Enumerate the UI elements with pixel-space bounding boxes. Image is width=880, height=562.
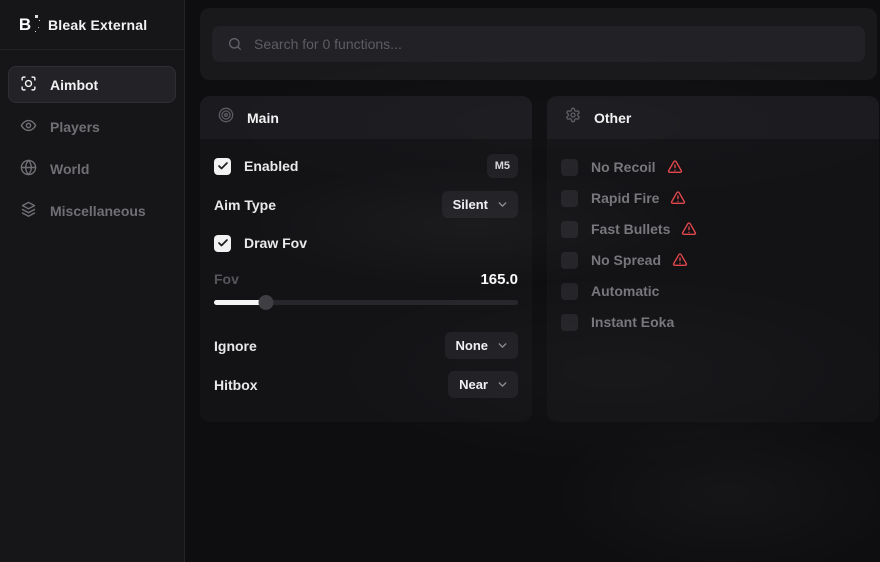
fast-bullets-checkbox[interactable] [561,221,578,238]
main-content: Main Enabled M5 Aim Type [185,0,880,562]
eye-icon [20,117,37,137]
sidebar: B Bleak External Aimbot Players World Mi… [0,0,185,562]
search-input[interactable] [212,26,865,62]
hitbox-row: Hitbox Near [214,371,518,398]
focus-icon [20,75,37,95]
sidebar-item-players[interactable]: Players [8,108,176,145]
chevron-down-icon [496,378,509,391]
sidebar-item-label: Aimbot [50,77,98,93]
fov-value: 165.0 [480,271,518,288]
hitbox-label: Hitbox [214,377,258,393]
no-spread-checkbox[interactable] [561,252,578,269]
draw-fov-row: Draw Fov [214,230,518,256]
check-icon [217,160,229,172]
instant-eoka-checkbox[interactable] [561,314,578,331]
warning-icon [672,252,688,268]
panel-main: Main Enabled M5 Aim Type [200,96,532,422]
fov-row: Fov 165.0 [214,270,518,288]
warning-icon [670,190,686,206]
instant-eoka-row: Instant Eoka [561,310,865,334]
fov-label: Fov [214,271,239,287]
fast-bullets-label: Fast Bullets [591,221,670,237]
sidebar-item-world[interactable]: World [8,150,176,187]
hitbox-dropdown[interactable]: Near [448,371,518,398]
app-title: Bleak External [48,17,147,33]
chevron-down-icon [496,339,509,352]
ignore-row: Ignore None [214,332,518,359]
layers-icon [20,201,37,221]
automatic-label: Automatic [591,283,659,299]
automatic-checkbox[interactable] [561,283,578,300]
enabled-row: Enabled M5 [214,153,518,179]
sidebar-item-miscellaneous[interactable]: Miscellaneous [8,192,176,229]
aim-type-row: Aim Type Silent [214,191,518,218]
panel-title: Main [247,110,279,126]
no-spread-row: No Spread [561,248,865,272]
search-card [200,8,877,80]
panel-main-body: Enabled M5 Aim Type Silent [200,139,532,398]
enabled-keybind-button[interactable]: M5 [487,154,518,178]
rapid-fire-label: Rapid Fire [591,190,659,206]
sidebar-item-label: Miscellaneous [50,203,146,219]
warning-icon [681,221,697,237]
rapid-fire-checkbox[interactable] [561,190,578,207]
panel-main-header: Main [200,96,532,139]
no-recoil-checkbox[interactable] [561,159,578,176]
panels-row: Main Enabled M5 Aim Type [200,96,879,422]
fast-bullets-row: Fast Bullets [561,217,865,241]
automatic-row: Automatic [561,279,865,303]
rapid-fire-row: Rapid Fire [561,186,865,210]
draw-fov-label: Draw Fov [244,235,307,251]
ignore-label: Ignore [214,338,257,354]
no-recoil-row: No Recoil [561,155,865,179]
sidebar-nav: Aimbot Players World Miscellaneous [0,50,184,245]
panel-other-body: No Recoil Rapid Fire F [547,139,879,334]
ignore-dropdown[interactable]: None [445,332,519,359]
no-recoil-label: No Recoil [591,159,656,175]
no-spread-label: No Spread [591,252,661,268]
globe-icon [20,159,37,179]
hitbox-value: Near [459,377,488,392]
ignore-value: None [456,338,489,353]
aim-type-value: Silent [453,197,488,212]
sidebar-item-aimbot[interactable]: Aimbot [8,66,176,103]
app-logo-icon: B [14,14,36,36]
fov-slider[interactable] [214,294,518,310]
warning-icon [667,159,683,175]
check-icon [217,237,229,249]
app-window: B Bleak External Aimbot Players World Mi… [0,0,880,562]
logo-letter: B [19,16,31,33]
aim-type-dropdown[interactable]: Silent [442,191,518,218]
sidebar-item-label: World [50,161,89,177]
chevron-down-icon [496,198,509,211]
target-icon [218,107,234,128]
draw-fov-checkbox[interactable] [214,235,231,252]
panel-other: Other No Recoil Rapid Fire [547,96,879,422]
slider-thumb[interactable] [258,295,273,310]
panel-other-header: Other [547,96,879,139]
instant-eoka-label: Instant Eoka [591,314,674,330]
sidebar-item-label: Players [50,119,100,135]
enabled-label: Enabled [244,158,298,174]
gear-icon [565,107,581,128]
panel-title: Other [594,110,631,126]
app-header: B Bleak External [0,0,184,50]
aim-type-label: Aim Type [214,197,276,213]
enabled-checkbox[interactable] [214,158,231,175]
